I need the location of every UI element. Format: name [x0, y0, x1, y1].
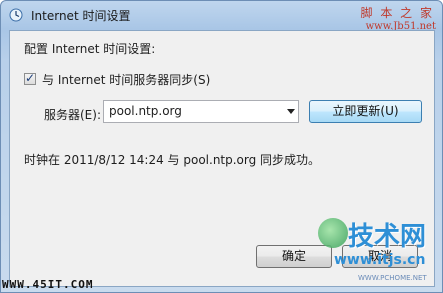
watermark-logo-small: WWW.PCHOME.NET	[358, 274, 427, 282]
server-label: 服务器(E):	[44, 108, 101, 122]
sync-status-text: 时钟在 2011/8/12 14:24 与 pool.ntp.org 同步成功。	[24, 153, 321, 167]
section-heading: 配置 Internet 时间设置:	[24, 42, 156, 56]
clock-globe-icon	[9, 8, 23, 22]
title-bar[interactable]: Internet 时间设置 脚 本 之 家 www.Jb51.net	[1, 1, 443, 32]
sync-checkbox[interactable]	[24, 71, 36, 85]
chevron-down-icon[interactable]	[287, 109, 295, 114]
sync-checkbox-label[interactable]: 与 Internet 时间服务器同步(S)	[42, 71, 210, 88]
watermark-logo-text: 技术网	[348, 222, 427, 252]
watermark-logo-url: www.itjs.cn	[334, 252, 426, 268]
server-combobox[interactable]: pool.ntp.org	[103, 100, 299, 123]
watermark-top-right: 脚 本 之 家	[360, 6, 434, 20]
watermark-logo: 技术网 www.itjs.cn WWW.PCHOME.NET	[318, 212, 441, 290]
server-value[interactable]: pool.ntp.org	[109, 104, 182, 118]
update-now-button[interactable]: 立即更新(U)	[309, 100, 422, 123]
logo-circle-icon	[318, 218, 348, 248]
watermark-bottom-left: WWW.45IT.COM	[2, 278, 94, 291]
window-title: Internet 时间设置	[31, 9, 131, 23]
